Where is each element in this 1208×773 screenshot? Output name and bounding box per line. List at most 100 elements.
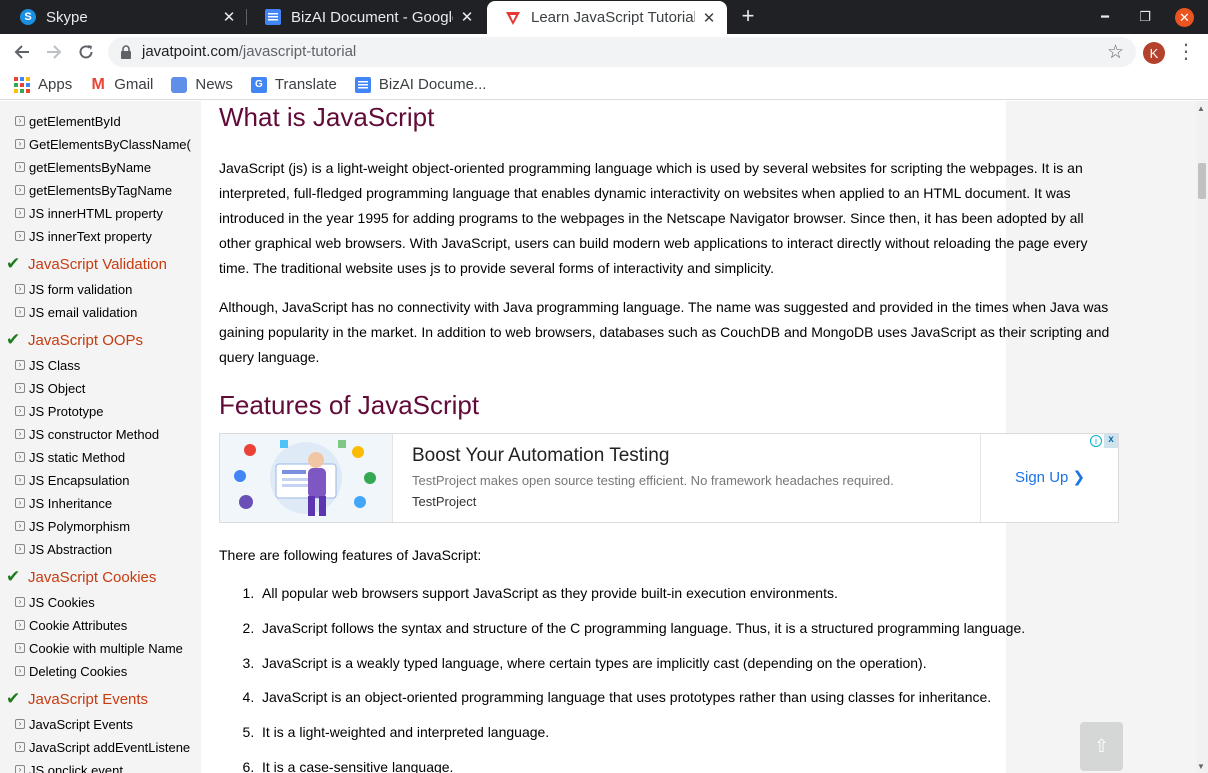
arrow-bullet-icon: ›: [15, 383, 25, 393]
sidebar-item[interactable]: › JS Inheritance: [15, 493, 112, 513]
arrow-bullet-icon: ›: [15, 429, 25, 439]
arrow-bullet-icon: ›: [15, 765, 25, 773]
close-tab-icon[interactable]: ✕: [221, 9, 237, 26]
chevron-right-icon: ❯: [1072, 469, 1086, 486]
bookmark-apps[interactable]: Apps: [14, 76, 72, 93]
profile-avatar[interactable]: K: [1143, 42, 1165, 64]
sidebar-item[interactable]: › JS email validation: [15, 302, 137, 322]
advertisement-banner[interactable]: Boost Your Automation Testing TestProjec…: [219, 433, 1119, 523]
sidebar-item[interactable]: › Deleting Cookies: [15, 661, 127, 681]
bookmark-star-icon[interactable]: ☆: [1107, 41, 1124, 64]
arrow-bullet-icon: ›: [15, 208, 25, 218]
arrow-bullet-icon: ›: [15, 521, 25, 531]
arrow-bullet-icon: ›: [15, 643, 25, 653]
restore-icon[interactable]: ❐: [1125, 0, 1165, 34]
checkmark-icon: ✔: [6, 254, 21, 273]
arrow-bullet-icon: ›: [15, 742, 25, 752]
translate-icon: G: [250, 76, 267, 93]
tab-title: Learn JavaScript Tutorial - javatpoint: [531, 9, 695, 26]
sidebar-section-heading[interactable]: ✔ JavaScript OOPs: [6, 329, 143, 351]
arrow-bullet-icon: ›: [15, 452, 25, 462]
sidebar-item[interactable]: › getElementById: [15, 111, 121, 131]
back-icon[interactable]: [8, 38, 36, 66]
address-bar[interactable]: javatpoint.com/javascript-tutorial ☆: [108, 37, 1136, 67]
features-intro: There are following features of JavaScri…: [219, 547, 482, 563]
sidebar-item[interactable]: › JS constructor Method: [15, 424, 159, 444]
arrow-bullet-icon: ›: [15, 498, 25, 508]
sidebar-item[interactable]: › JS innerHTML property: [15, 203, 163, 223]
ad-sign-up-button[interactable]: Sign Up ❯: [1015, 468, 1085, 486]
arrow-bullet-icon: ›: [15, 475, 25, 485]
reload-icon[interactable]: [72, 38, 100, 66]
tab-skype[interactable]: S Skype ✕: [2, 0, 247, 34]
arrow-bullet-icon: ›: [15, 597, 25, 607]
sidebar-item[interactable]: › JS static Method: [15, 447, 125, 467]
sidebar-item[interactable]: › getElementsByName: [15, 157, 151, 177]
minimize-icon[interactable]: ━: [1085, 0, 1125, 34]
sidebar-item[interactable]: › GetElementsByClassName(: [15, 134, 191, 154]
page-scrollbar[interactable]: ▲ ▼: [1196, 101, 1208, 773]
ad-title[interactable]: Boost Your Automation Testing: [412, 445, 669, 467]
new-tab-button[interactable]: +: [736, 5, 760, 29]
scroll-thumb[interactable]: [1198, 163, 1206, 199]
apps-grid-icon: [14, 76, 30, 93]
gmail-icon: M: [91, 75, 105, 93]
close-tab-icon[interactable]: ✕: [459, 9, 475, 26]
arrow-bullet-icon: ›: [15, 231, 25, 241]
url-text: javatpoint.com/javascript-tutorial: [142, 43, 357, 60]
sidebar-item[interactable]: › JS Polymorphism: [15, 516, 130, 536]
heading-what-is-javascript: What is JavaScript: [219, 102, 435, 132]
javatpoint-icon: [505, 10, 521, 26]
checkmark-icon: ✔: [6, 330, 21, 349]
bookmark-bizai-document[interactable]: BizAI Docume...: [354, 76, 486, 93]
arrow-bullet-icon: ›: [15, 284, 25, 294]
bookmark-translate[interactable]: G Translate: [250, 76, 337, 93]
sidebar-item[interactable]: › Cookie Attributes: [15, 615, 127, 635]
arrow-bullet-icon: ›: [15, 406, 25, 416]
lock-icon[interactable]: [120, 45, 132, 59]
sidebar-item[interactable]: › JS Cookies: [15, 592, 95, 612]
sidebar-item[interactable]: › JS Class: [15, 355, 80, 375]
sidebar-item[interactable]: › JavaScript addEventListene: [15, 737, 190, 757]
scroll-down-arrow-icon[interactable]: ▼: [1197, 762, 1205, 771]
feature-list-item: 2. JavaScript follows the syntax and str…: [242, 619, 1026, 636]
arrow-bullet-icon: ›: [15, 307, 25, 317]
forward-icon[interactable]: [40, 38, 68, 66]
arrow-bullet-icon: ›: [15, 544, 25, 554]
feature-list-item: 1. All popular web browsers support Java…: [242, 585, 838, 601]
ad-info-icon[interactable]: i: [1090, 435, 1102, 447]
sidebar-item[interactable]: › JS form validation: [15, 279, 132, 299]
tab-title: Skype: [46, 8, 88, 26]
news-icon: [171, 76, 188, 93]
arrow-bullet-icon: ›: [15, 162, 25, 172]
docs-icon: [265, 9, 281, 25]
sidebar-item[interactable]: › JS Abstraction: [15, 539, 112, 559]
sidebar-item[interactable]: › JS onclick event: [15, 760, 123, 773]
bookmark-gmail[interactable]: M Gmail: [90, 75, 154, 94]
ad-close-icon[interactable]: x: [1104, 434, 1118, 448]
sidebar-section-heading[interactable]: ✔ JavaScript Cookies: [6, 566, 156, 588]
sidebar-item[interactable]: › getElementsByTagName: [15, 180, 172, 200]
feature-list-item: 5. It is a light-weighted and interprete…: [242, 724, 550, 741]
browser-tab-strip: S Skype ✕ BizAI Document - Google Docs ✕…: [0, 0, 1208, 34]
sidebar-section-heading[interactable]: ✔ JavaScript Validation: [6, 253, 167, 275]
tab-javascript-tutorial[interactable]: Learn JavaScript Tutorial - javatpoint ✕: [487, 1, 727, 34]
bookmark-news[interactable]: News: [171, 76, 233, 93]
sidebar-section-heading[interactable]: ✔ JavaScript Events: [6, 688, 148, 710]
bookmarks-bar: Apps M Gmail News G Translate BizAI Docu…: [0, 70, 1208, 100]
sidebar-item[interactable]: › JS innerText property: [15, 226, 152, 246]
close-tab-icon[interactable]: ✕: [701, 10, 717, 27]
sidebar-item[interactable]: › Cookie with multiple Name: [15, 638, 183, 658]
sidebar-item[interactable]: › JS Encapsulation: [15, 470, 129, 490]
sidebar-item[interactable]: › JS Prototype: [15, 401, 103, 421]
window-close-icon[interactable]: ✕: [1175, 8, 1194, 27]
sidebar-item[interactable]: › JS Object: [15, 378, 85, 398]
arrow-bullet-icon: ›: [15, 620, 25, 630]
browser-menu-icon[interactable]: ⋮: [1176, 40, 1196, 66]
tab-bizai-document[interactable]: BizAI Document - Google Docs ✕: [247, 0, 485, 34]
paragraph-intro: JavaScript (js) is a light-weight object…: [219, 160, 1088, 276]
sidebar-item[interactable]: › JavaScript Events: [15, 714, 133, 734]
scroll-up-arrow-icon[interactable]: ▲: [1197, 104, 1205, 113]
back-to-top-button[interactable]: ⇧: [1080, 722, 1123, 771]
arrow-bullet-icon: ›: [15, 666, 25, 676]
